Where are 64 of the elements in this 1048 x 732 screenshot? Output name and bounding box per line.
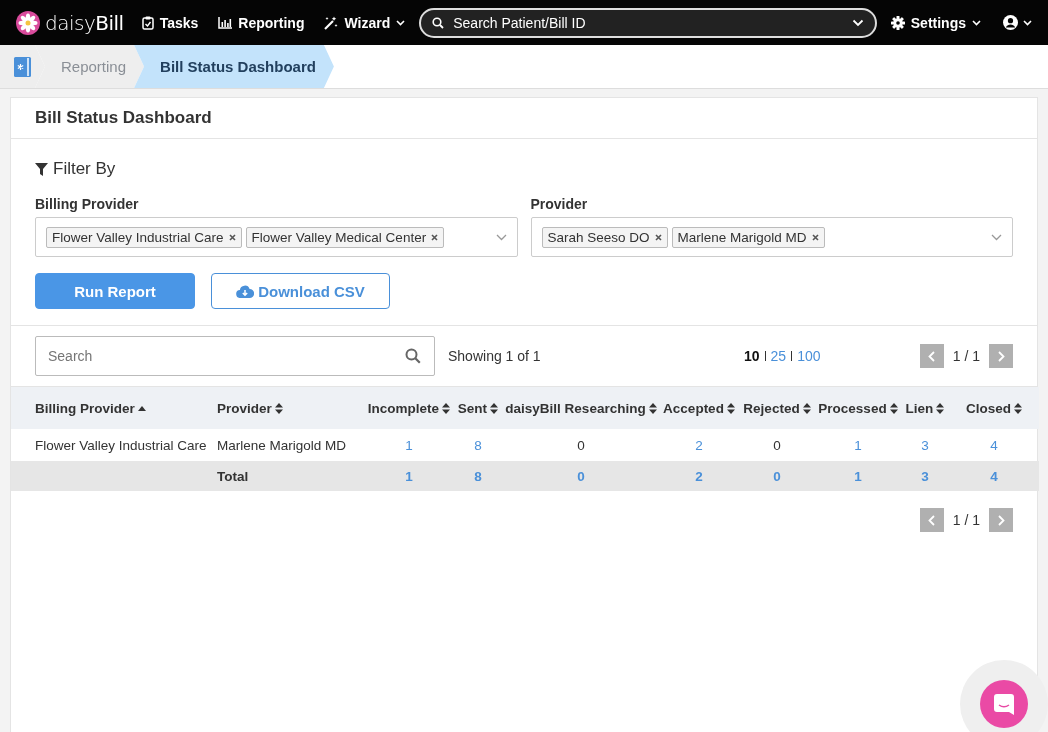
notebook-icon xyxy=(12,55,33,78)
multi-select-field[interactable]: Sarah Seeso DO Marlene Marigold MD xyxy=(530,217,1013,257)
results-count: Showing 1 of 1 xyxy=(448,348,542,364)
remove-icon[interactable] xyxy=(654,233,662,241)
user-avatar-icon xyxy=(1003,15,1018,30)
chat-bubble-icon xyxy=(994,693,1014,715)
page-size-link[interactable]: 10 xyxy=(744,348,760,364)
flower-logo-icon xyxy=(16,10,40,35)
breadcrumb-link[interactable]: Bill Status Dashboard xyxy=(134,45,334,88)
user-menu[interactable] xyxy=(1003,15,1032,30)
table-cell: Total xyxy=(217,468,249,484)
remove-icon[interactable] xyxy=(811,233,819,241)
count-link[interactable]: 1 xyxy=(854,437,862,453)
settings-menu[interactable]: Settings xyxy=(890,14,981,31)
table-cell: Flower Valley Industrial Care xyxy=(35,437,207,453)
chevron-down-icon xyxy=(991,233,1002,241)
cloud-download-icon xyxy=(236,284,255,298)
filter-label: Billing Provider xyxy=(35,196,140,212)
count-link[interactable]: 1 xyxy=(405,437,413,453)
tag-label: Marlene Marigold MD xyxy=(677,229,807,245)
chevron-down-icon xyxy=(851,18,864,27)
page-indicator: 1 / 1 xyxy=(952,348,980,364)
table-cell: Marlene Marigold MD xyxy=(217,437,347,453)
previous-page-button[interactable] xyxy=(919,508,944,532)
chat-button[interactable] xyxy=(980,680,1028,728)
multi-select-field[interactable]: Flower Valley Industrial Care Flower Valley Medical Center xyxy=(35,217,518,257)
page-indicator: 1 / 1 xyxy=(952,512,980,528)
chevron-down-icon xyxy=(972,19,981,26)
nav-link[interactable]: Tasks xyxy=(141,14,199,31)
clipboard-icon xyxy=(141,15,154,30)
chevron-down-icon xyxy=(396,19,406,26)
chevron-right-icon xyxy=(997,514,1005,526)
logo-text[interactable]: daisyBill xyxy=(45,10,124,35)
previous-page-button[interactable] xyxy=(919,344,944,368)
remove-icon[interactable] xyxy=(431,233,439,241)
filter-label: Provider xyxy=(530,196,589,212)
next-page-button[interactable] xyxy=(989,508,1013,532)
count-link[interactable]: 8 xyxy=(474,437,482,453)
table-cell: 0 xyxy=(773,437,781,453)
filter-icon xyxy=(35,162,48,176)
count-link[interactable]: 3 xyxy=(921,437,929,453)
settings-icon xyxy=(890,15,905,30)
search-icon xyxy=(405,348,421,364)
tag-label: Flower Valley Industrial Care xyxy=(52,229,224,245)
table-search-field[interactable]: Search xyxy=(35,336,435,376)
filter-heading: Filter By xyxy=(53,159,116,179)
magic-wand-icon xyxy=(324,15,339,30)
chevron-down-icon xyxy=(1023,19,1032,26)
chevron-down-icon xyxy=(495,233,507,241)
table-cell: 0 xyxy=(577,437,585,453)
nav-link[interactable]: Wizard xyxy=(324,14,406,31)
nav-link[interactable]: Reporting xyxy=(218,14,305,31)
chevron-right-icon xyxy=(997,350,1005,362)
chevron-left-icon xyxy=(928,514,936,526)
column-header[interactable]: Provider xyxy=(217,400,283,416)
bar-chart-icon xyxy=(218,16,233,29)
remove-icon[interactable] xyxy=(228,233,236,241)
tag-label: Flower Valley Medical Center xyxy=(251,229,427,245)
search-icon xyxy=(432,16,445,29)
chevron-left-icon xyxy=(928,350,936,362)
next-page-button[interactable] xyxy=(989,344,1013,368)
page-title: Bill Status Dashboard xyxy=(35,108,212,128)
tag-label: Sarah Seeso DO xyxy=(547,229,650,245)
patient-search-field[interactable]: Search Patient/Bill ID xyxy=(419,7,877,38)
